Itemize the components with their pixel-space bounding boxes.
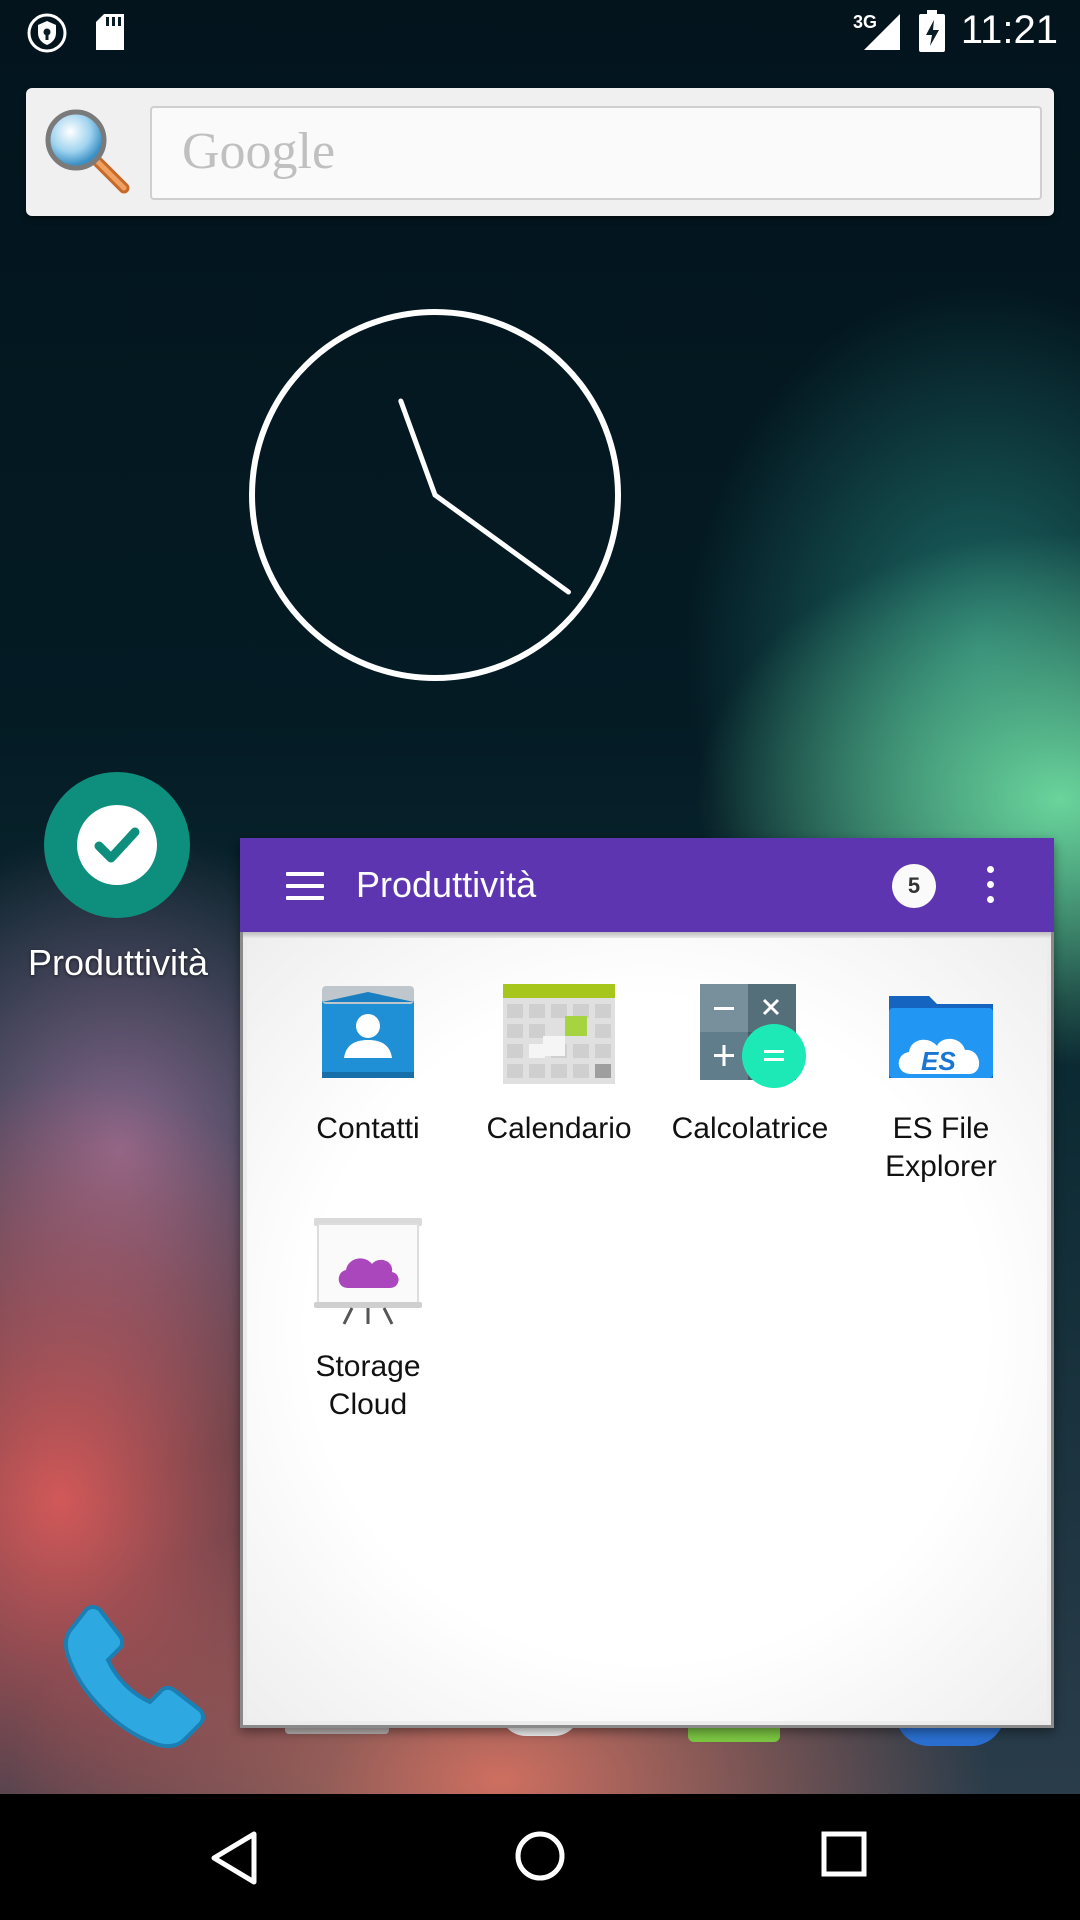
- app-label: Contatti: [316, 1112, 420, 1145]
- app-calendario[interactable]: Calendario: [464, 978, 654, 1148]
- app-es-file-explorer[interactable]: ES ES File Explorer: [846, 978, 1036, 1186]
- es-file-explorer-icon: ES: [885, 978, 997, 1090]
- folder-panel: Produttività 5 Contatti Calendario Calco…: [240, 838, 1054, 1728]
- app-label: Calcolatrice: [671, 1112, 829, 1145]
- back-icon[interactable]: [208, 1830, 260, 1891]
- menu-icon[interactable]: [286, 872, 324, 900]
- app-label: ES File Explorer: [885, 1112, 997, 1183]
- folder-shortcut-label: Produttività: [27, 942, 209, 983]
- storage-cloud-icon: [312, 1216, 424, 1328]
- navigation-bar: [0, 1794, 1080, 1920]
- app-count-badge: 5: [892, 864, 936, 908]
- home-icon[interactable]: [514, 1830, 566, 1887]
- battery-charging-icon: [918, 10, 946, 57]
- app-storage-cloud[interactable]: Storage Cloud: [273, 1216, 463, 1424]
- check-circle-icon: [77, 805, 157, 885]
- folder-shortcut-produttivita[interactable]: [44, 772, 190, 918]
- contacts-icon: [312, 978, 424, 1090]
- search-input[interactable]: Google: [150, 106, 1042, 200]
- svg-text:ES: ES: [921, 1046, 956, 1076]
- search-placeholder: Google: [182, 123, 336, 180]
- folder-panel-header: Produttività 5: [240, 838, 1054, 932]
- calculator-icon: [694, 978, 806, 1090]
- signal-icon: [864, 14, 900, 55]
- app-calcolatrice[interactable]: Calcolatrice: [655, 978, 845, 1148]
- app-label: Calendario: [486, 1112, 632, 1145]
- overflow-menu-icon[interactable]: [985, 866, 995, 906]
- status-time: 11:21: [960, 8, 1058, 52]
- folder-panel-title[interactable]: Produttività: [356, 864, 536, 906]
- analog-clock-widget[interactable]: [248, 308, 622, 682]
- calendar-icon: [503, 978, 615, 1090]
- sd-card-icon: [94, 14, 126, 55]
- app-label: Storage Cloud: [315, 1350, 421, 1421]
- phone-icon[interactable]: [52, 1600, 212, 1765]
- clock-minute-hand: [432, 492, 571, 595]
- clock-hour-hand: [398, 398, 438, 498]
- app-contatti[interactable]: Contatti: [273, 978, 463, 1148]
- recents-icon[interactable]: [820, 1830, 868, 1883]
- vpn-shield-icon: [26, 12, 68, 59]
- magnifier-icon[interactable]: [42, 106, 132, 201]
- google-search-widget[interactable]: Google: [26, 88, 1054, 216]
- status-bar: 3G 11:21: [0, 0, 1080, 63]
